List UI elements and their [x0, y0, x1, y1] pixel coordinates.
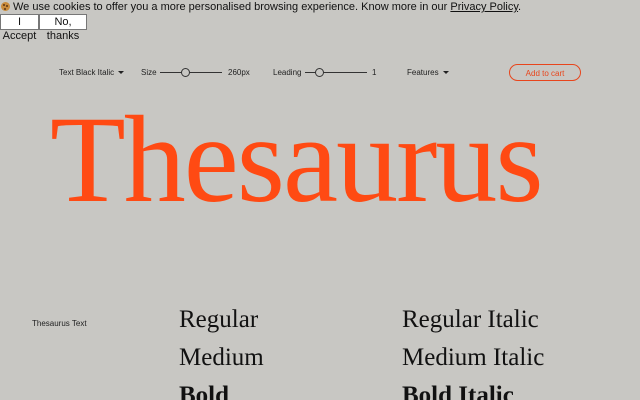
- features-dropdown[interactable]: Features: [407, 68, 449, 78]
- decline-cookies-button[interactable]: No, thanks: [39, 14, 87, 42]
- style-regular[interactable]: Regular: [179, 301, 264, 339]
- cookie-message-text: We use cookies to offer you a more perso…: [13, 1, 451, 13]
- chevron-down-icon: [442, 71, 449, 74]
- leading-slider[interactable]: [305, 68, 367, 77]
- leading-label: Leading: [273, 68, 302, 77]
- chevron-down-icon: [118, 71, 125, 74]
- family-name: Thesaurus Text: [32, 319, 87, 328]
- cookie-message: We use cookies to offer you a more perso…: [1, 1, 521, 14]
- style-select[interactable]: Text Black Italic: [59, 68, 125, 78]
- styles-italic-column: Regular Italic Medium Italic Bold Italic: [402, 301, 544, 400]
- leading-slider-handle[interactable]: [315, 68, 324, 77]
- cookie-icon: [1, 2, 10, 11]
- type-tester-toolbar: Text Black Italic Size 260px Leading 1 F…: [0, 64, 640, 82]
- add-to-cart-button[interactable]: Add to cart: [509, 64, 581, 81]
- size-slider-handle[interactable]: [181, 68, 190, 77]
- size-slider[interactable]: [160, 68, 222, 77]
- features-label: Features: [407, 68, 439, 77]
- style-bold[interactable]: Bold: [179, 377, 264, 400]
- size-label: Size: [141, 68, 157, 77]
- cookie-banner: We use cookies to offer you a more perso…: [0, 0, 640, 42]
- accept-cookies-button[interactable]: I Accept: [0, 14, 39, 42]
- style-bold-italic[interactable]: Bold Italic: [402, 377, 544, 400]
- style-medium[interactable]: Medium: [179, 339, 264, 377]
- styles-upright-column: Regular Medium Bold: [179, 301, 264, 400]
- style-medium-italic[interactable]: Medium Italic: [402, 339, 544, 377]
- style-select-label: Text Black Italic: [59, 68, 115, 77]
- type-specimen-text[interactable]: Thesaurus: [50, 90, 610, 230]
- size-value: 260px: [228, 68, 250, 77]
- leading-value: 1: [372, 68, 377, 77]
- cookie-message-end: .: [518, 1, 522, 13]
- privacy-policy-link[interactable]: Privacy Policy: [450, 1, 518, 13]
- style-regular-italic[interactable]: Regular Italic: [402, 301, 544, 339]
